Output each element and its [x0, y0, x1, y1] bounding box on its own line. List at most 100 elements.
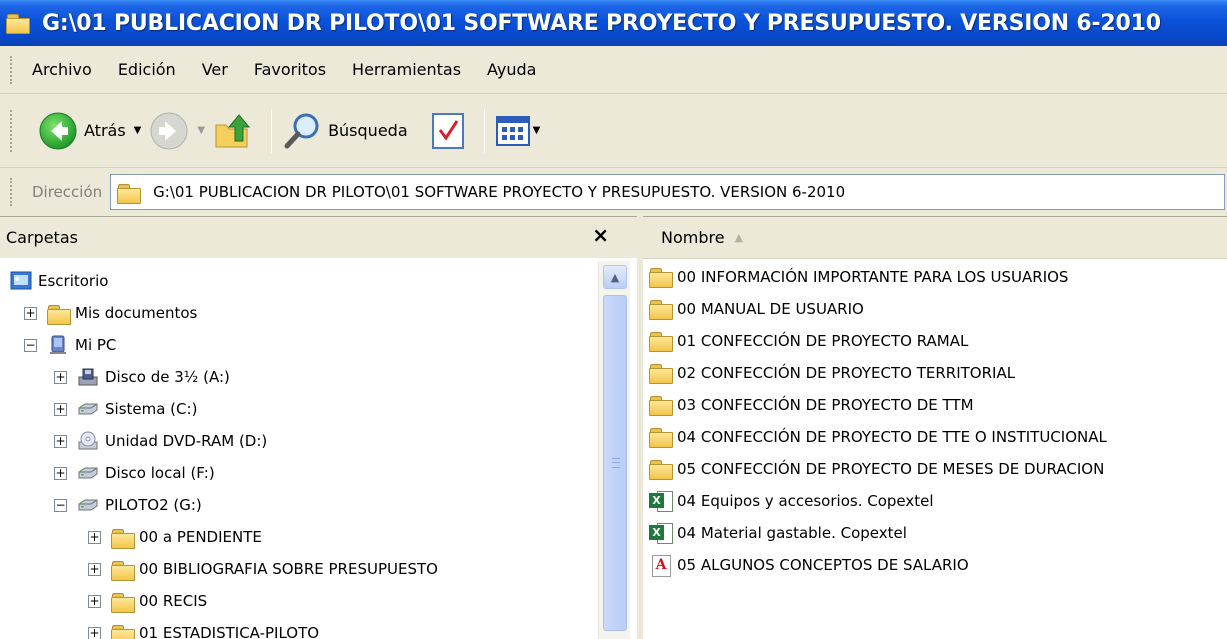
scroll-grip-icon [612, 458, 620, 468]
tree-item-label: Disco local (F:) [105, 464, 215, 482]
file-item[interactable]: 03 CONFECCIÓN DE PROYECTO DE TTM [649, 389, 974, 421]
forward-button[interactable]: ▼ [149, 106, 205, 156]
search-label: Búsqueda [328, 121, 408, 140]
address-input[interactable]: G:\01 PUBLICACION DR PILOTO\01 SOFTWARE … [110, 174, 1225, 210]
tree-item[interactable]: + Unidad DVD-RAM (D:) [54, 425, 267, 457]
views-button[interactable]: ▼ [495, 106, 541, 156]
toolbar-grip[interactable] [10, 110, 13, 152]
file-name: 04 Material gastable. Copextel [677, 524, 907, 542]
file-name: 04 Equipos y accesorios. Copextel [677, 492, 934, 510]
tree-item-label: Unidad DVD-RAM (D:) [105, 432, 268, 450]
close-folders-button[interactable]: × [592, 223, 609, 247]
back-dropdown-icon[interactable]: ▼ [134, 125, 142, 136]
forward-dropdown-icon[interactable]: ▼ [197, 125, 205, 136]
file-item[interactable]: 02 CONFECCIÓN DE PROYECTO TERRITORIAL [649, 357, 1015, 389]
file-item[interactable]: 05 ALGUNOS CONCEPTOS DE SALARIO [649, 549, 969, 581]
tree-item-label: Mi PC [75, 336, 117, 354]
tree-item-label: 00 a PENDIENTE [139, 528, 262, 546]
expand-icon[interactable]: + [54, 466, 67, 480]
tree-item[interactable]: + 00 BIBLIOGRAFIA SOBRE PRESUPUESTO [88, 553, 438, 585]
folder-icon [649, 266, 675, 288]
menu-grip[interactable] [10, 56, 13, 84]
tree-item[interactable]: − PILOTO2 (G:) [54, 489, 202, 521]
file-item[interactable]: 00 MANUAL DE USUARIO [649, 293, 864, 325]
tree-item[interactable]: Escritorio [10, 265, 108, 297]
tree-item-label: 00 RECIS [139, 592, 208, 610]
file-item[interactable]: 04 Equipos y accesorios. Copextel [649, 485, 934, 517]
toolbar-separator [271, 108, 273, 153]
folder-icon [111, 527, 135, 549]
back-arrow-icon [39, 112, 77, 149]
hard-drive-icon [77, 399, 99, 419]
address-grip[interactable] [10, 178, 13, 206]
search-button[interactable]: Búsqueda [282, 106, 408, 156]
file-item[interactable]: 05 CONFECCIÓN DE PROYECTO DE MESES DE DU… [649, 453, 1104, 485]
menu-archivo[interactable]: Archivo [32, 60, 92, 79]
pdf-file-icon [649, 554, 675, 577]
folders-scrollbar[interactable]: ▲ [598, 261, 630, 639]
address-label: Dirección [32, 183, 103, 201]
tree-item[interactable]: + 00 a PENDIENTE [88, 521, 262, 553]
expand-icon[interactable]: + [88, 626, 101, 639]
folder-icon [649, 458, 675, 480]
toolbar-separator [483, 108, 485, 153]
tree-item-label: Sistema (C:) [105, 400, 198, 418]
title-bar[interactable]: G:\01 PUBLICACION DR PILOTO\01 SOFTWARE … [0, 0, 1227, 46]
expand-icon[interactable]: + [54, 434, 67, 448]
my-computer-icon [47, 335, 69, 355]
scroll-up-button[interactable]: ▲ [603, 265, 627, 289]
menu-ayuda[interactable]: Ayuda [487, 60, 536, 79]
tree-item[interactable]: + 01 ESTADISTICA-PILOTO [88, 617, 319, 639]
folder-icon [111, 559, 135, 581]
folder-icon [117, 182, 142, 204]
floppy-drive-icon [77, 367, 99, 387]
menu-bar: Archivo Edición Ver Favoritos Herramient… [0, 46, 1227, 94]
collapse-icon[interactable]: − [24, 338, 37, 352]
file-name: 01 CONFECCIÓN DE PROYECTO RAMAL [677, 332, 969, 350]
expand-icon[interactable]: + [88, 562, 101, 576]
folder-icon [649, 426, 675, 448]
file-name: 04 CONFECCIÓN DE PROYECTO DE TTE O INSTI… [677, 428, 1107, 446]
tree-item[interactable]: + Mis documentos [24, 297, 197, 329]
folder-tree: Escritorio + Mis documentos − Mi PC + Di… [0, 261, 596, 639]
tree-item[interactable]: + 00 RECIS [88, 585, 207, 617]
back-label: Atrás [84, 121, 126, 140]
expand-icon[interactable]: + [54, 402, 67, 416]
file-name: 00 INFORMACIÓN IMPORTANTE PARA LOS USUAR… [677, 268, 1069, 286]
folder-icon [111, 591, 135, 613]
file-item[interactable]: 00 INFORMACIÓN IMPORTANTE PARA LOS USUAR… [649, 261, 1068, 293]
tree-item[interactable]: − Mi PC [24, 329, 116, 361]
menu-herramientas[interactable]: Herramientas [352, 60, 461, 79]
standard-toolbar: Atrás ▼ ▼ Búsqueda ▼ [0, 94, 1227, 168]
scroll-thumb[interactable] [603, 295, 627, 631]
dvd-drive-icon [77, 431, 99, 451]
expand-icon[interactable]: + [88, 530, 101, 544]
folders-pane: Carpetas × Escritorio + Mis documentos −… [0, 216, 637, 639]
column-header-name[interactable]: Nombre ▲ [643, 217, 1227, 259]
tree-item[interactable]: + Disco de 3½ (A:) [54, 361, 230, 393]
file-name: 02 CONFECCIÓN DE PROYECTO TERRITORIAL [677, 364, 1016, 382]
search-icon [284, 113, 319, 148]
tree-item[interactable]: + Sistema (C:) [54, 393, 197, 425]
menu-favoritos[interactable]: Favoritos [254, 60, 326, 79]
file-item[interactable]: 04 Material gastable. Copextel [649, 517, 907, 549]
sort-ascending-icon: ▲ [734, 231, 744, 244]
expand-icon[interactable]: + [54, 370, 67, 384]
file-name: 05 CONFECCIÓN DE PROYECTO DE MESES DE DU… [677, 460, 1105, 478]
file-item[interactable]: 04 CONFECCIÓN DE PROYECTO DE TTE O INSTI… [649, 421, 1107, 453]
tree-item[interactable]: + Disco local (F:) [54, 457, 215, 489]
address-bar: Dirección G:\01 PUBLICACION DR PILOTO\01… [0, 168, 1227, 216]
file-item[interactable]: 01 CONFECCIÓN DE PROYECTO RAMAL [649, 325, 968, 357]
back-button[interactable]: Atrás ▼ [38, 106, 141, 156]
menu-ver[interactable]: Ver [202, 60, 228, 79]
tree-item-label: 01 ESTADISTICA-PILOTO [139, 624, 320, 639]
up-folder-icon [215, 113, 251, 147]
folders-toggle-button[interactable] [430, 106, 466, 156]
expand-icon[interactable]: + [24, 306, 37, 320]
views-dropdown-icon[interactable]: ▼ [533, 125, 541, 136]
column-title: Nombre [661, 228, 725, 247]
up-folder-button[interactable] [213, 106, 253, 156]
collapse-icon[interactable]: − [54, 498, 67, 512]
menu-edicion[interactable]: Edición [118, 60, 176, 79]
expand-icon[interactable]: + [88, 594, 101, 608]
